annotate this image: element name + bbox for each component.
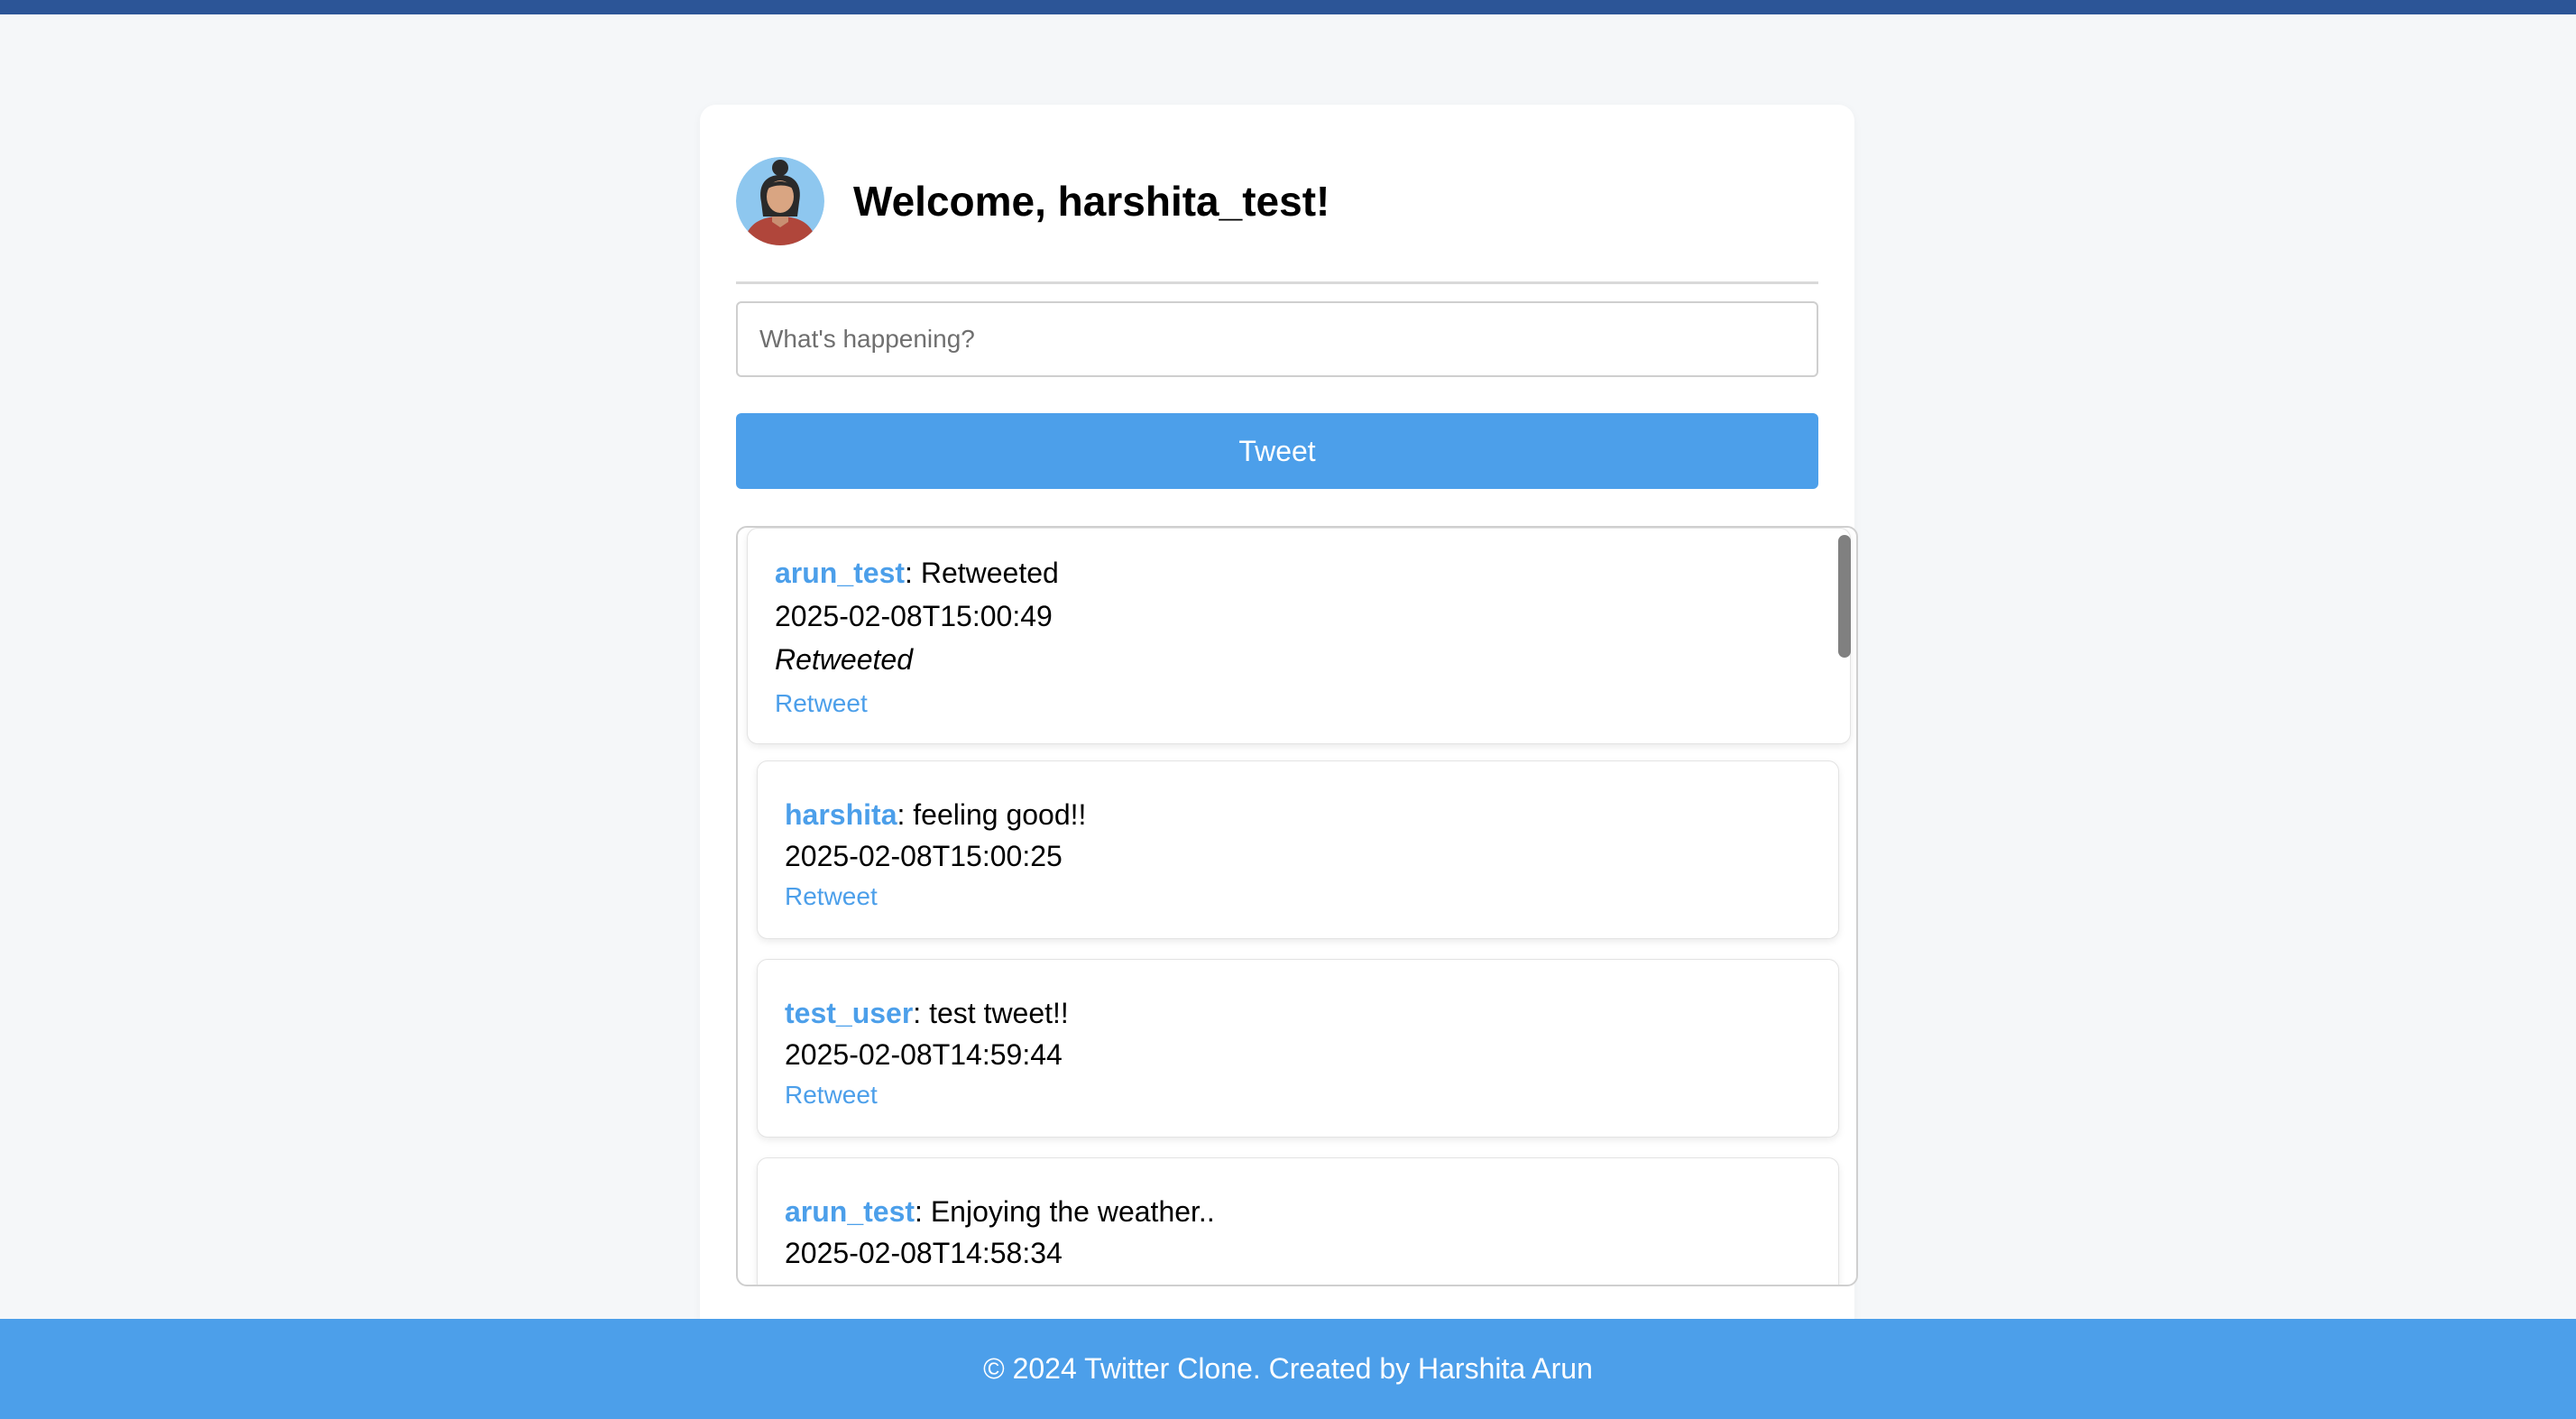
tweet-text: : feeling good!!	[897, 798, 1087, 831]
tweet-retweet-note: Retweeted	[775, 643, 913, 676]
tweet-header: arun_test: Retweeted	[775, 556, 1059, 590]
top-bar	[0, 0, 2576, 14]
footer: © 2024 Twitter Clone. Created by Harshit…	[0, 1319, 2576, 1419]
retweet-link[interactable]: Retweet	[785, 1081, 878, 1110]
tweet-username[interactable]: test_user	[785, 997, 913, 1029]
tweet-header: test_user: test tweet!!	[785, 996, 1069, 1030]
feed-scrollbar[interactable]	[1838, 535, 1851, 658]
divider	[736, 281, 1818, 284]
tweet-timestamp: 2025-02-08T15:00:25	[785, 840, 1063, 872]
retweet-link[interactable]: Retweet	[785, 1279, 878, 1285]
tweet-feed[interactable]: arun_test: Retweeted 2025-02-08T15:00:49…	[736, 526, 1858, 1286]
tweet-input[interactable]	[736, 301, 1818, 377]
footer-text: © 2024 Twitter Clone. Created by Harshit…	[983, 1352, 1593, 1385]
main-card: Welcome, harshita_test! Tweet arun_test:…	[700, 105, 1858, 1368]
tweet-item: test_user: test tweet!! 2025-02-08T14:59…	[757, 959, 1839, 1138]
user-avatar-icon	[736, 157, 824, 245]
welcome-heading: Welcome, harshita_test!	[853, 178, 1330, 225]
tweet-timestamp: 2025-02-08T14:58:34	[785, 1237, 1063, 1269]
tweet-timestamp: 2025-02-08T15:00:49	[775, 600, 1053, 632]
tweet-item: arun_test: Enjoying the weather.. 2025-0…	[757, 1157, 1839, 1285]
tweet-username[interactable]: arun_test	[785, 1195, 915, 1228]
retweet-link[interactable]: Retweet	[785, 882, 878, 911]
profile-header: Welcome, harshita_test!	[736, 157, 1818, 245]
tweet-text: : test tweet!!	[913, 997, 1069, 1029]
tweet-text: : Enjoying the weather..	[915, 1195, 1215, 1228]
tweet-item: harshita: feeling good!! 2025-02-08T15:0…	[757, 760, 1839, 939]
tweet-username[interactable]: arun_test	[775, 557, 905, 589]
tweet-username[interactable]: harshita	[785, 798, 897, 831]
compose-field-wrapper	[736, 301, 1818, 377]
tweet-header: harshita: feeling good!!	[785, 797, 1086, 832]
tweet-header: arun_test: Enjoying the weather..	[785, 1194, 1215, 1229]
retweet-link[interactable]: Retweet	[775, 689, 868, 718]
tweet-button[interactable]: Tweet	[736, 413, 1818, 489]
tweet-text: : Retweeted	[905, 557, 1059, 589]
tweet-timestamp: 2025-02-08T14:59:44	[785, 1038, 1063, 1071]
tweet-item: arun_test: Retweeted 2025-02-08T15:00:49…	[747, 528, 1851, 744]
